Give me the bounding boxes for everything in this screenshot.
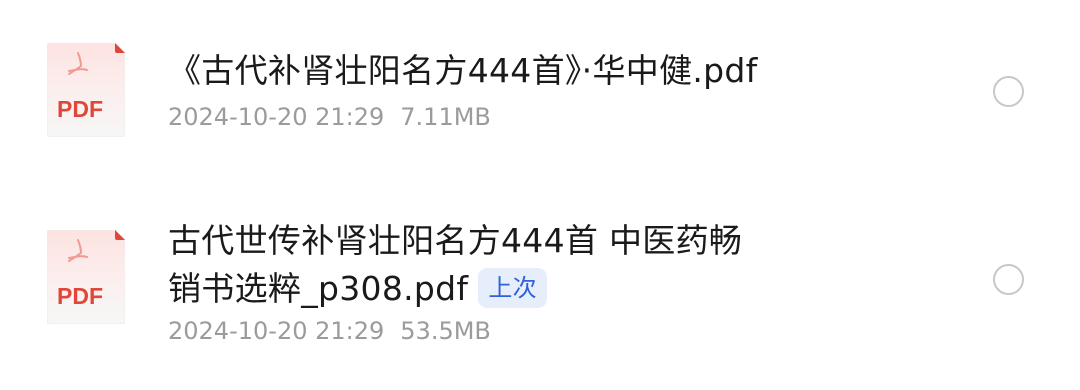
file-date: 2024-10-20 21:29	[168, 317, 385, 345]
file-size: 53.5MB	[400, 317, 491, 345]
select-radio[interactable]	[993, 76, 1024, 107]
pdf-file-icon: PDF	[47, 230, 125, 324]
file-size: 7.11MB	[400, 103, 491, 131]
file-list: PDF 《古代补肾壮阳名方444首》·华中健.pdf 2024-10-20 21…	[0, 0, 1080, 390]
last-opened-badge: 上次	[478, 267, 547, 308]
file-name-line-1: 古代世传补肾壮阳名方444首 中医药畅	[168, 221, 743, 260]
file-name-text: 销书选粹_p308.pdf	[168, 269, 469, 308]
file-row[interactable]: PDF 《古代补肾壮阳名方444首》·华中健.pdf 2024-10-20 21…	[0, 0, 1080, 180]
file-date: 2024-10-20 21:29	[168, 103, 385, 131]
file-meta: 2024-10-20 21:29 53.5MB	[168, 316, 491, 346]
pdf-file-icon: PDF	[47, 43, 125, 137]
pdf-icon-label: PDF	[57, 283, 103, 309]
file-row[interactable]: PDF 古代世传补肾壮阳名方444首 中医药畅 销书选粹_p308.pdf 上次 …	[0, 180, 1080, 390]
select-radio[interactable]	[993, 264, 1024, 295]
pdf-icon-label: PDF	[57, 96, 103, 122]
file-meta: 2024-10-20 21:29 7.11MB	[168, 102, 491, 132]
file-name: 《古代补肾壮阳名方444首》·华中健.pdf	[168, 51, 758, 90]
file-name-line-2: 销书选粹_p308.pdf 上次	[168, 266, 547, 312]
